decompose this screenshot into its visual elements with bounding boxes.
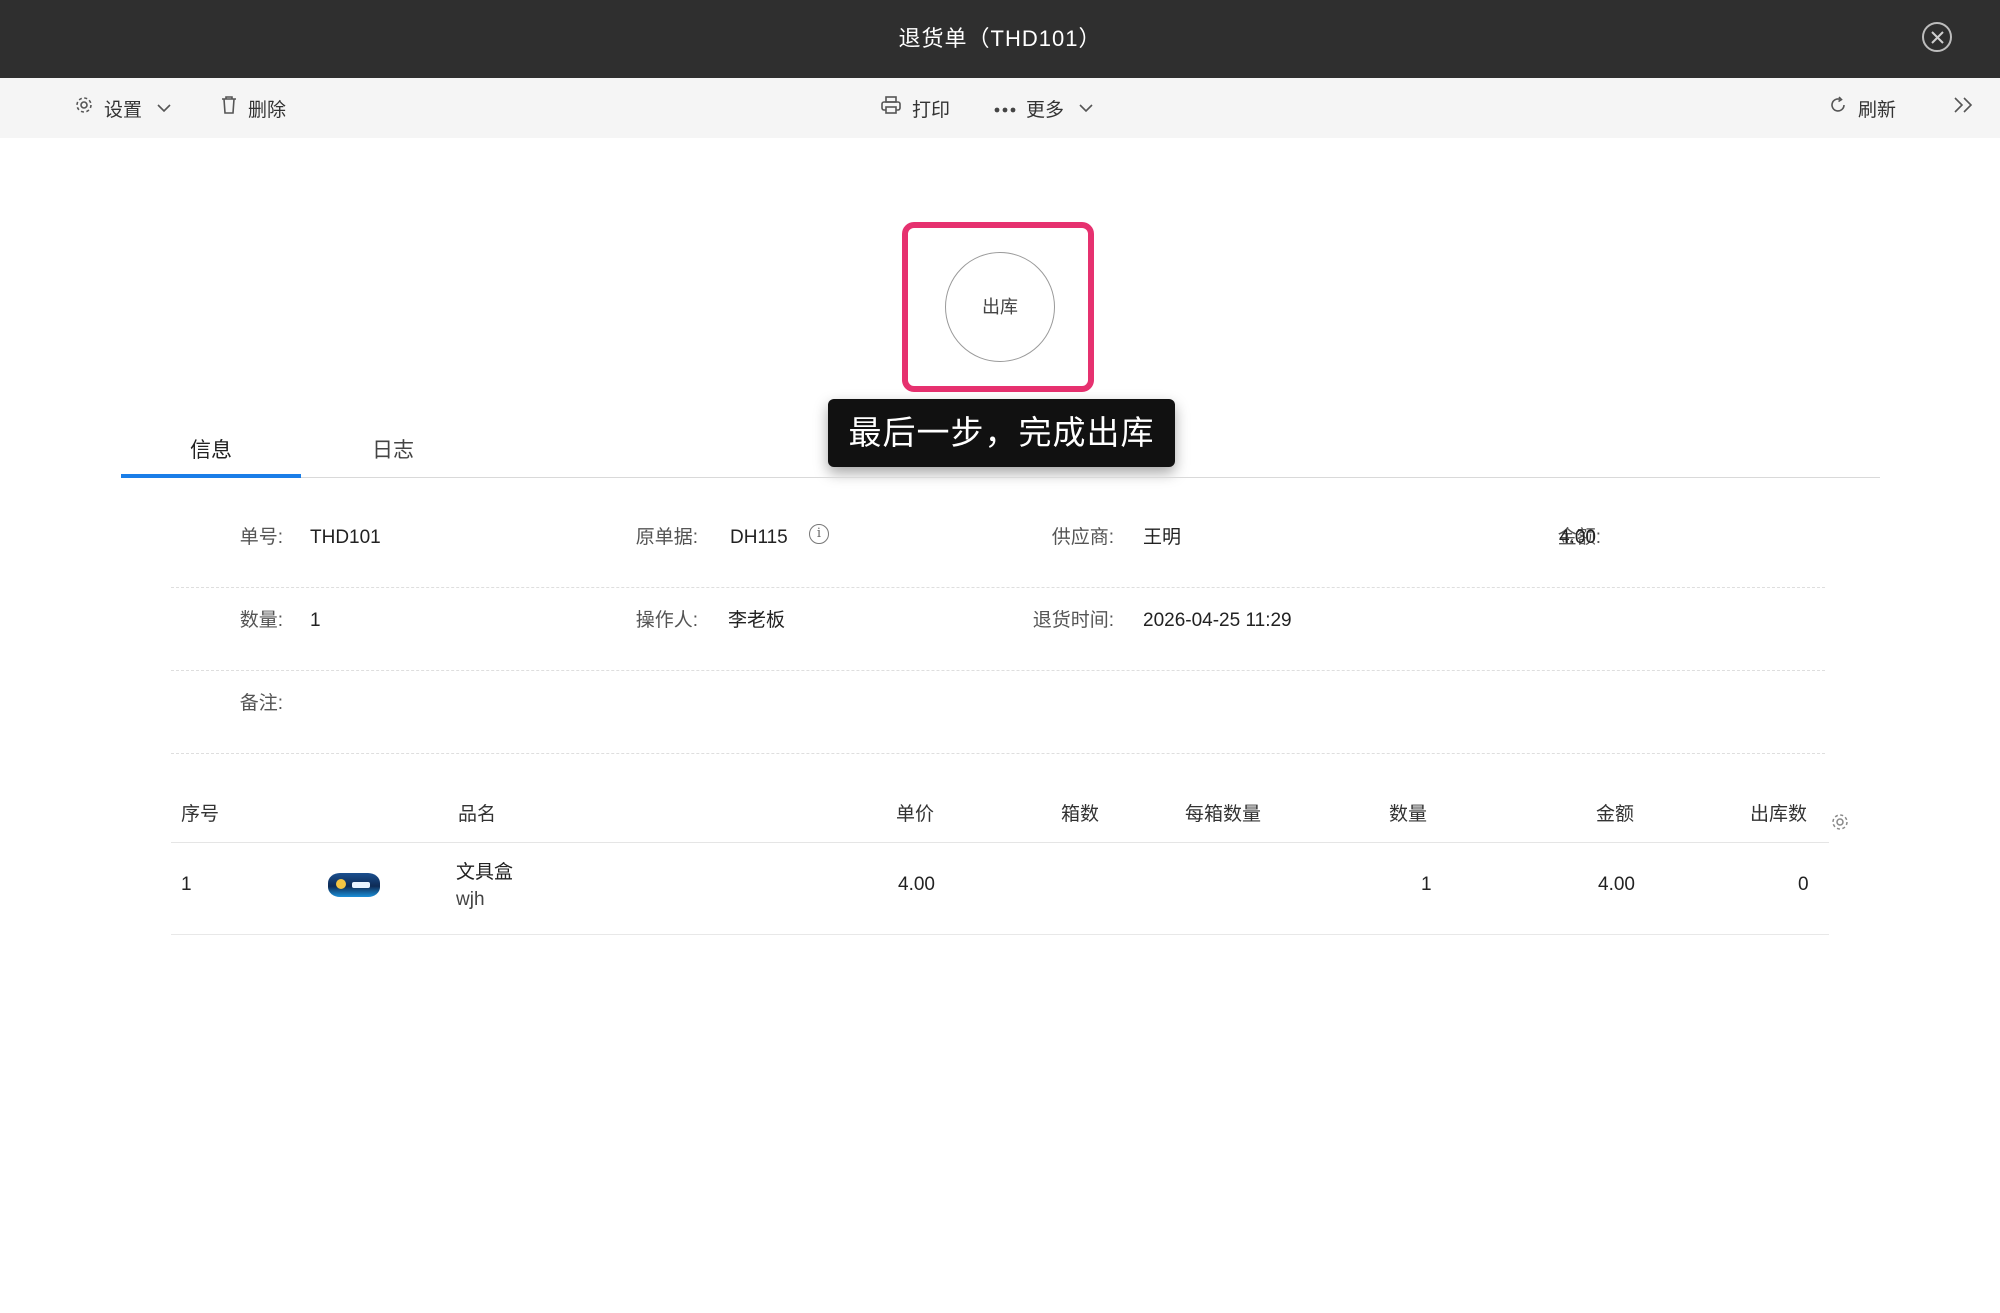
toolbar: 设置 删除 打印 更多 刷新 (0, 78, 2000, 138)
chevron-down-icon (1078, 97, 1094, 119)
order-info: 单号: THD101 原单据: DH115 i 供应商: 王明 金额: 4.00… (171, 505, 1825, 754)
double-chevron-right-icon (1952, 96, 1974, 120)
row-amount: 4.00 (1598, 874, 1635, 895)
collapse-panel-button[interactable] (1952, 78, 1974, 138)
qty-value: 1 (310, 610, 321, 631)
table-row[interactable]: 1 文具盒 wjh 4.00 1 4.00 0 (171, 843, 1829, 935)
close-icon[interactable] (1922, 22, 1952, 52)
product-code: wjh (456, 889, 485, 910)
tutorial-highlight (902, 222, 1094, 392)
delete-label: 删除 (248, 99, 287, 121)
window-title: 退货单（THD101） (898, 26, 1102, 51)
amount-value: 4.00 (1559, 527, 1596, 548)
tab-log[interactable]: 日志 (303, 428, 483, 478)
refresh-label: 刷新 (1858, 99, 1897, 121)
detail-tabs: 信息 日志 (121, 428, 1880, 478)
refresh-icon (1828, 95, 1848, 121)
order-no-value: THD101 (310, 527, 381, 548)
title-bar: 退货单（THD101） (0, 0, 2000, 78)
return-time-value: 2026-04-25 11:29 (1143, 610, 1292, 631)
product-name: 文具盒 (456, 862, 514, 883)
info-row: 备注: (171, 671, 1825, 754)
return-time-label: 退货时间: (1032, 610, 1114, 631)
info-row: 单号: THD101 原单据: DH115 i 供应商: 王明 金额: 4.00 (171, 505, 1825, 588)
supplier-label: 供应商: (1051, 527, 1114, 548)
remark-label: 备注: (239, 693, 283, 714)
tab-info[interactable]: 信息 (121, 428, 301, 478)
operator-label: 操作人: (635, 610, 698, 631)
trash-icon (220, 95, 238, 121)
column-settings-icon[interactable] (1830, 812, 1850, 837)
row-qty: 1 (1421, 874, 1432, 895)
table-header: 序号 品名 单价 箱数 每箱数量 数量 金额 出库数 (171, 790, 1848, 843)
col-index: 序号 (181, 804, 220, 825)
gear-icon (74, 95, 94, 121)
source-link[interactable]: DH115 (730, 505, 788, 571)
settings-button[interactable]: 设置 (74, 78, 172, 138)
chevron-down-icon (156, 97, 172, 119)
col-amount: 金额 (1596, 804, 1635, 825)
more-label: 更多 (1026, 99, 1065, 121)
product-thumbnail (328, 873, 380, 897)
col-boxes: 箱数 (1061, 804, 1100, 825)
col-out-qty: 出库数 (1750, 804, 1808, 825)
order-no-label: 单号: (239, 527, 283, 548)
more-dots-icon (994, 97, 1016, 119)
qty-label: 数量: (239, 610, 283, 631)
settings-label: 设置 (104, 99, 143, 121)
row-price: 4.00 (898, 874, 935, 895)
source-label: 原单据: (635, 527, 698, 548)
info-icon[interactable]: i (809, 524, 829, 544)
col-qty: 数量 (1389, 804, 1428, 825)
row-out-qty: 0 (1798, 874, 1809, 895)
print-button[interactable]: 打印 (880, 78, 950, 138)
product-table: 序号 品名 单价 箱数 每箱数量 数量 金额 出库数 1 文具盒 wjh 4.0… (171, 790, 1848, 935)
row-index: 1 (181, 874, 192, 895)
col-price: 单价 (896, 804, 935, 825)
more-button[interactable]: 更多 (994, 78, 1094, 138)
supplier-value: 王明 (1143, 527, 1182, 548)
refresh-button[interactable]: 刷新 (1828, 78, 1896, 138)
print-label: 打印 (912, 99, 951, 121)
printer-icon (880, 95, 902, 121)
operator-value: 李老板 (728, 610, 786, 631)
info-row: 数量: 1 操作人: 李老板 退货时间: 2026-04-25 11:29 (171, 588, 1825, 671)
col-per-box: 每箱数量 (1185, 804, 1262, 825)
delete-button[interactable]: 删除 (220, 78, 286, 138)
col-name: 品名 (458, 804, 497, 825)
